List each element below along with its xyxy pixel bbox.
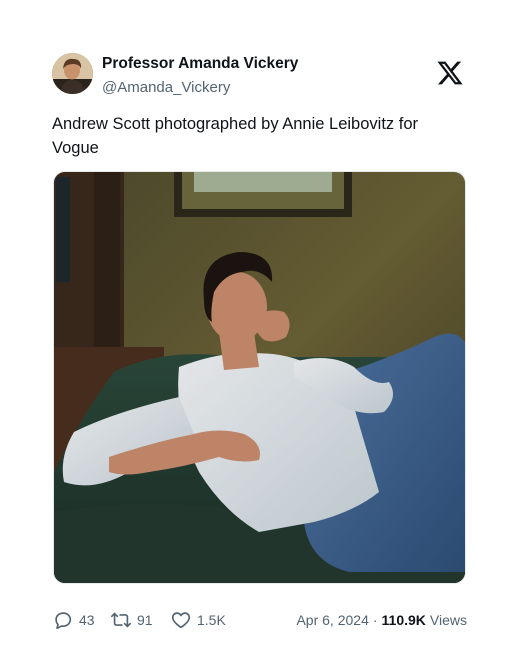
views-count: 110.9K	[381, 612, 426, 628]
post-date[interactable]: Apr 6, 2024	[296, 612, 368, 628]
heart-icon	[171, 612, 191, 629]
action-bar: 43 91 1.5K Apr 6, 2024 · 110.9K Views	[52, 606, 467, 634]
photo-image	[54, 172, 465, 583]
retweet-count: 91	[137, 612, 153, 628]
retweet-button[interactable]: 91	[110, 606, 153, 634]
like-count: 1.5K	[197, 612, 226, 628]
x-logo-icon[interactable]	[435, 59, 465, 87]
display-name[interactable]: Professor Amanda Vickery	[102, 55, 298, 73]
user-handle[interactable]: @Amanda_Vickery	[102, 79, 230, 96]
reply-icon	[55, 612, 72, 630]
avatar-image	[52, 53, 93, 94]
avatar[interactable]	[52, 53, 93, 94]
tweet-meta: Apr 6, 2024 · 110.9K Views	[296, 606, 467, 634]
meta-separator: ·	[372, 612, 378, 628]
tweet-text: Andrew Scott photographed by Annie Leibo…	[52, 115, 418, 157]
retweet-icon	[111, 612, 131, 628]
views-label: Views	[429, 612, 467, 628]
like-button[interactable]: 1.5K	[170, 606, 226, 634]
tweet-card: Professor Amanda Vickery @Amanda_Vickery…	[0, 0, 517, 650]
reply-count: 43	[79, 612, 95, 628]
tweet-photo[interactable]	[53, 171, 466, 584]
reply-button[interactable]: 43	[52, 606, 95, 634]
